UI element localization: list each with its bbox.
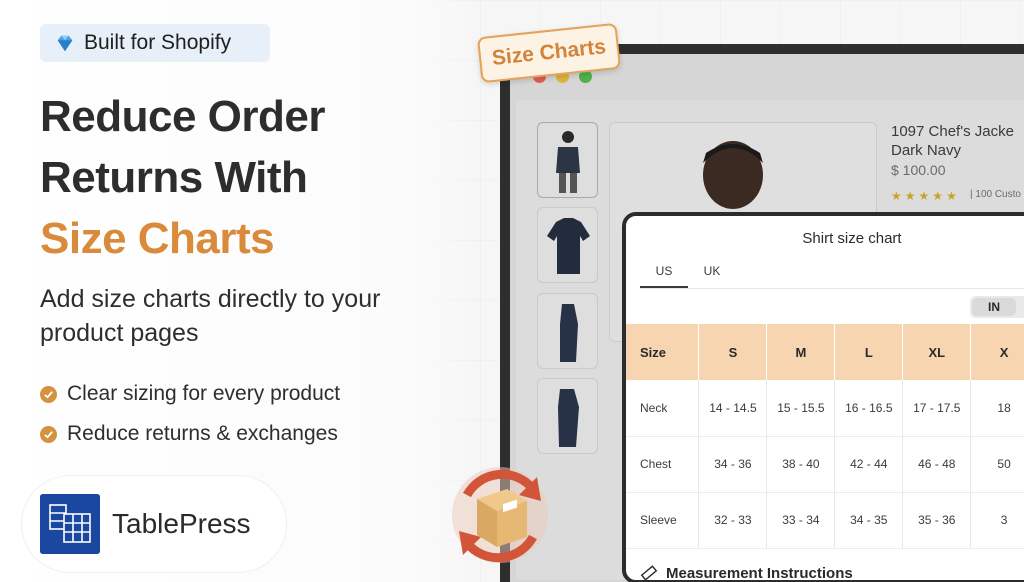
tabs-divider — [640, 288, 1024, 289]
table-cell: 32 - 33 — [698, 492, 768, 549]
review-count[interactable]: | 100 Custo — [970, 189, 1021, 200]
table-cell: 15 - 15.5 — [766, 380, 836, 437]
product-thumbnail[interactable] — [537, 378, 598, 454]
star-icon: ★ — [932, 189, 944, 203]
table-cell: Sleeve — [626, 492, 700, 549]
shirt-icon — [547, 218, 590, 274]
size-chart-modal: Shirt size chart US UK IN Size S M L XL … — [622, 212, 1024, 582]
table-header: Size — [626, 324, 700, 380]
star-icon: ★ — [918, 189, 930, 203]
check-icon — [40, 425, 57, 443]
tag-label: Size Charts — [490, 35, 608, 70]
table-cell: 50 — [970, 436, 1024, 493]
diamond-icon — [57, 35, 73, 52]
table-cell: 3 — [970, 492, 1024, 549]
feature-item: Clear sizing for every product — [40, 374, 340, 414]
headline-line-1: Reduce Order — [40, 92, 325, 141]
ruler-icon — [640, 565, 658, 580]
table-row: Chest 34 - 36 38 - 40 42 - 44 46 - 48 50 — [626, 436, 1024, 493]
headline-accent: Size Charts — [40, 214, 275, 263]
table-cell: Chest — [626, 436, 700, 493]
table-row: Sleeve 32 - 33 33 - 34 34 - 35 35 - 36 3 — [626, 492, 1024, 549]
tab-us[interactable]: US — [640, 264, 688, 288]
table-cell: 35 - 36 — [902, 492, 972, 549]
table-cell: 33 - 34 — [766, 492, 836, 549]
product-price: $ 100.00 — [891, 162, 946, 178]
badge-label: Built for Shopify — [84, 31, 232, 54]
table-header-row: Size S M L XL X — [626, 324, 1024, 380]
return-box-icon — [452, 467, 548, 563]
product-title-line-2: Dark Navy — [891, 142, 962, 159]
table-cell: 38 - 40 — [766, 436, 836, 493]
table-cell: Neck — [626, 380, 700, 437]
table-row: Neck 14 - 14.5 15 - 15.5 16 - 16.5 17 - … — [626, 380, 1024, 437]
product-title: 1097 Chef's Jacke Dark Navy — [891, 122, 1024, 160]
page-headline: Reduce Order Returns With Size Charts — [40, 86, 460, 269]
built-for-shopify-badge: Built for Shopify — [40, 24, 270, 62]
product-thumbnail[interactable] — [537, 207, 598, 283]
table-header: X — [970, 324, 1024, 380]
unit-option-in[interactable]: IN — [972, 298, 1016, 316]
product-thumbnail[interactable] — [537, 122, 598, 198]
table-cell: 17 - 17.5 — [902, 380, 972, 437]
region-tabs: US UK — [640, 264, 736, 288]
table-header: M — [766, 324, 836, 380]
feature-item: Reduce returns & exchanges — [40, 414, 340, 454]
feature-text: Clear sizing for every product — [67, 382, 341, 405]
model-photo-icon — [556, 131, 580, 193]
table-cell: 18 — [970, 380, 1024, 437]
table-cell: 42 - 44 — [834, 436, 904, 493]
table-logo-icon — [40, 494, 100, 554]
table-header: S — [698, 324, 768, 380]
star-icon: ★ — [904, 189, 916, 203]
brand-name: TablePress — [112, 508, 251, 539]
table-cell: 34 - 36 — [698, 436, 768, 493]
rating-stars: ★ ★ ★ ★ ★ — [891, 189, 957, 203]
table-cell: 34 - 35 — [834, 492, 904, 549]
check-icon — [40, 385, 57, 403]
product-title-line-1: 1097 Chef's Jacke — [891, 123, 1014, 140]
feature-text: Reduce returns & exchanges — [67, 422, 338, 445]
shirt-side-icon — [560, 304, 578, 362]
table-cell: 14 - 14.5 — [698, 380, 768, 437]
unit-toggle[interactable]: IN — [970, 296, 1024, 318]
tab-uk[interactable]: UK — [688, 264, 736, 288]
table-header: L — [834, 324, 904, 380]
measurement-heading: Measurement Instructions — [666, 564, 853, 582]
table-header: XL — [902, 324, 972, 380]
shirt-back-icon — [558, 389, 579, 447]
headline-line-2: Returns With — [40, 153, 308, 202]
product-thumbnail[interactable] — [537, 293, 598, 369]
feature-list: Clear sizing for every product Reduce re… — [40, 374, 340, 454]
subheadline: Add size charts directly to your product… — [40, 285, 381, 347]
table-cell: 16 - 16.5 — [834, 380, 904, 437]
brand-pill: TablePress — [22, 476, 286, 572]
measurement-instructions[interactable]: Measurement Instructions — [640, 564, 853, 582]
table-cell: 46 - 48 — [902, 436, 972, 493]
star-half-icon: ★ — [946, 189, 957, 203]
modal-title: Shirt size chart — [802, 230, 902, 247]
size-table: Size S M L XL X Neck 14 - 14.5 15 - 15.5… — [626, 324, 1024, 549]
star-icon: ★ — [891, 189, 902, 203]
